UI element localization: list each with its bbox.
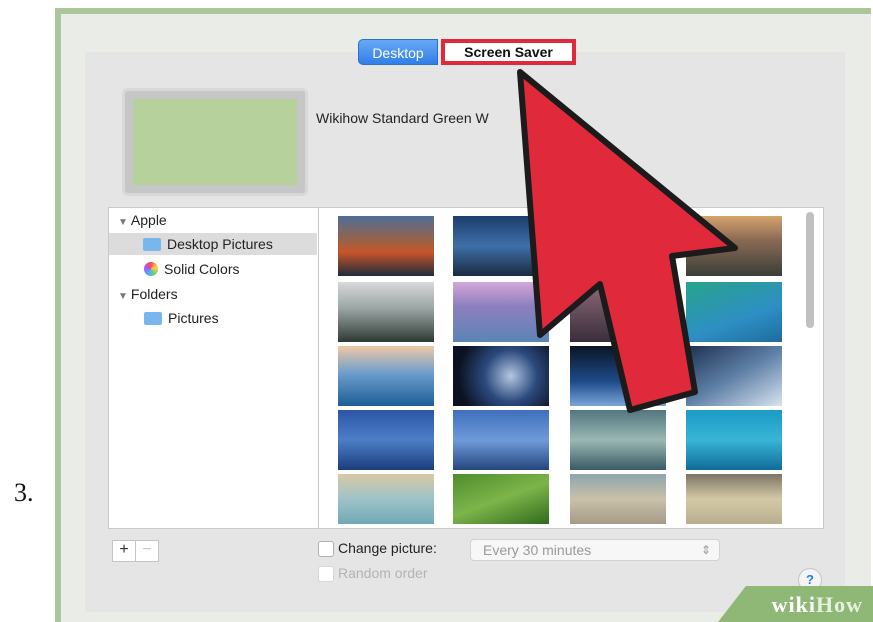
pointer-arrow-icon bbox=[517, 69, 738, 413]
